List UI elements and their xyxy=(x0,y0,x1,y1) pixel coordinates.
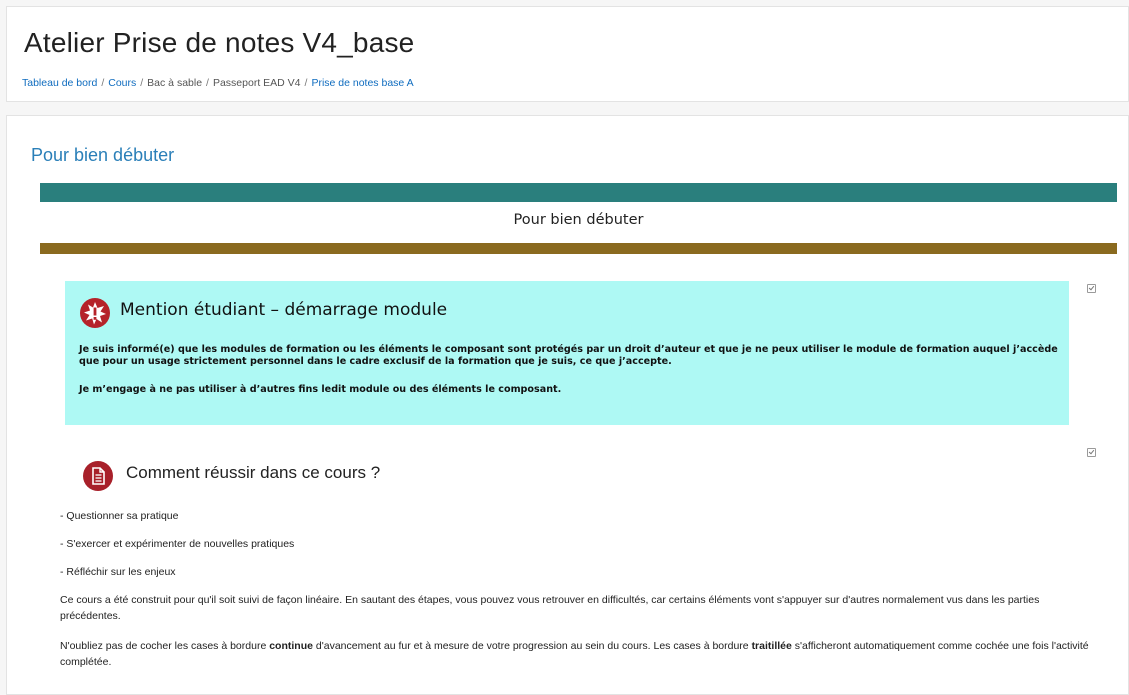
breadcrumb-passport: Passeport EAD V4 xyxy=(212,77,301,89)
breadcrumb-sandbox: Bac à sable xyxy=(147,77,203,89)
course-description: Ce cours a été construit pour qu'il soit… xyxy=(60,594,1040,622)
list-item: - S'exercer et expérimenter de nouvelles… xyxy=(60,538,295,550)
note-text: d'avancement au fur et à mesure de votre… xyxy=(312,640,752,652)
breadcrumb-dashboard[interactable]: Tableau de bord xyxy=(22,77,97,89)
completion-checkbox[interactable] xyxy=(1087,284,1096,293)
warning-burst-icon xyxy=(80,298,110,328)
list-item: - Questionner sa pratique xyxy=(60,510,179,522)
breadcrumb: Tableau de bord / Cours / Bac à sable / Passep… xyxy=(22,77,414,89)
course-section: Pour bien débuter Pour bien débuter Ment… xyxy=(6,115,1129,695)
breadcrumb-separator: / xyxy=(101,77,105,89)
note-bold-continue: continue xyxy=(269,640,313,652)
breadcrumb-courses[interactable]: Cours xyxy=(108,77,136,89)
page-title: Atelier Prise de notes V4_base xyxy=(24,27,415,58)
student-notice-box: Mention étudiant – démarrage module Je s… xyxy=(65,281,1069,425)
breadcrumb-separator: / xyxy=(140,77,144,89)
breadcrumb-separator: / xyxy=(206,77,209,89)
notice-paragraph: Je m’engage à ne pas utiliser à d’autres… xyxy=(79,384,562,395)
banner-bottom-band xyxy=(40,243,1117,254)
completion-note: N'oubliez pas de cocher les cases à bord… xyxy=(60,638,1090,670)
notice-title: Mention étudiant – démarrage module xyxy=(120,300,448,320)
note-bold-dashed: traitillée xyxy=(751,640,792,652)
page-header: Atelier Prise de notes V4_base Tableau d… xyxy=(6,6,1129,102)
list-item: - Réfléchir sur les enjeux xyxy=(60,566,176,578)
banner-title: Pour bien débuter xyxy=(513,212,644,228)
note-text: N'oubliez pas de cocher les cases à bord… xyxy=(60,640,270,652)
breadcrumb-current-course[interactable]: Prise de notes base A xyxy=(311,77,413,89)
activity-title[interactable]: Comment réussir dans ce cours ? xyxy=(126,463,380,483)
notice-paragraph: Je suis informé(e) que les modules de fo… xyxy=(79,344,1058,367)
document-icon xyxy=(83,461,113,491)
breadcrumb-separator: / xyxy=(304,77,308,89)
completion-checkbox[interactable] xyxy=(1087,448,1096,457)
banner-top-band xyxy=(40,183,1117,202)
section-title[interactable]: Pour bien débuter xyxy=(31,145,174,166)
